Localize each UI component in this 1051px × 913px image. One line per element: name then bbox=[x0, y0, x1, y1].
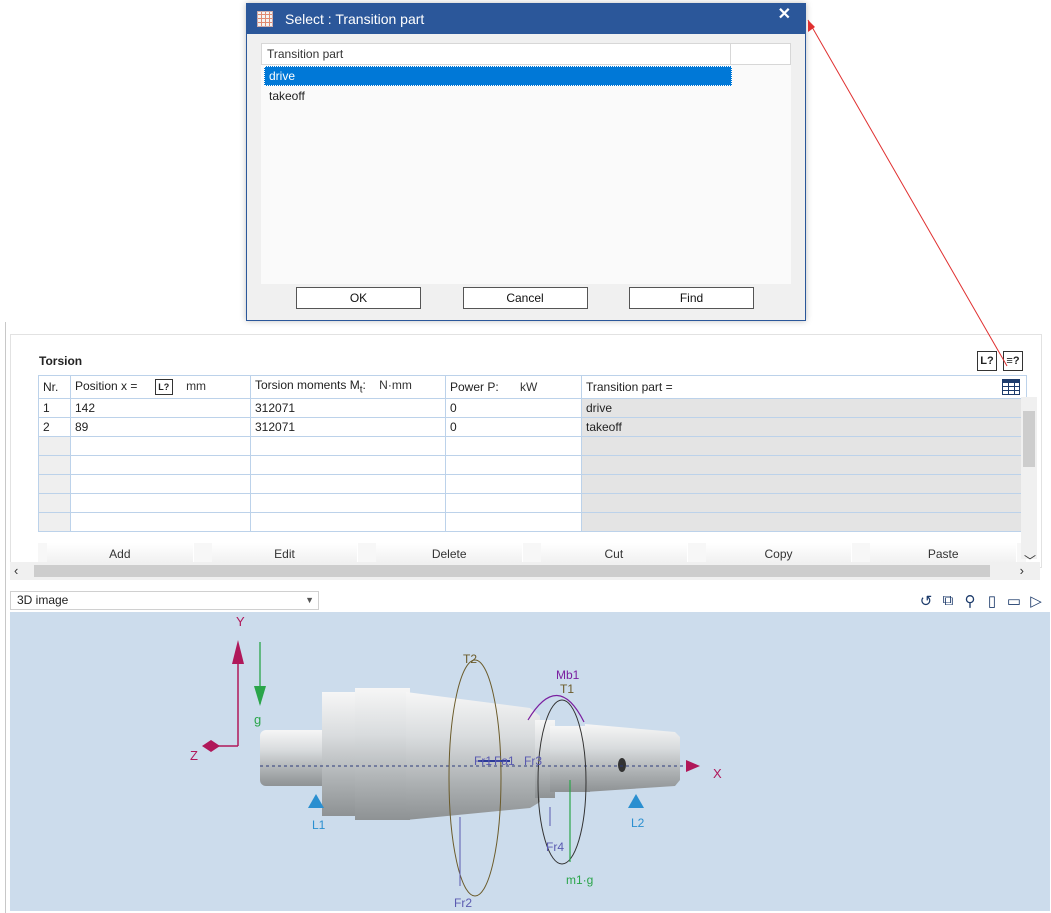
cell-transition[interactable]: takeoff bbox=[581, 417, 1027, 437]
rotate-icon[interactable]: ↺ bbox=[918, 592, 934, 610]
position-help-icon[interactable]: L? bbox=[154, 379, 173, 395]
position-unit: mm bbox=[186, 379, 207, 394]
cell-position[interactable]: 89 bbox=[70, 417, 251, 437]
empty-row[interactable] bbox=[38, 512, 1027, 532]
fa1-label: Fa1 bbox=[494, 754, 515, 768]
y-axis-label: Y bbox=[236, 614, 245, 629]
horizontal-scrollbar[interactable]: ‹ › bbox=[10, 562, 1040, 580]
view-icons: ↺ ⧉ ⚲ ▯ ▭ ▷ bbox=[918, 592, 1044, 610]
cancel-button[interactable]: Cancel bbox=[462, 287, 588, 309]
x-axis-arrow bbox=[686, 760, 700, 772]
dialog-title: Select : Transition part bbox=[285, 11, 425, 27]
main-window: Torsion L? ≡? Nr. Position x = L? mm Tor… bbox=[5, 322, 1051, 913]
dialog-titlebar[interactable]: Select : Transition part ✕ bbox=[247, 4, 805, 34]
col-torsion-label: Torsion moments M bbox=[255, 378, 360, 393]
chevron-down-icon: ▼ bbox=[305, 595, 314, 605]
empty-row[interactable] bbox=[38, 436, 1027, 456]
z-axis-label: Z bbox=[190, 748, 198, 763]
torsion-unit: N·mm bbox=[379, 378, 412, 393]
col-transition-label: Transition part = bbox=[586, 380, 673, 394]
support-l1-icon bbox=[308, 794, 324, 808]
list-item-takeoff[interactable]: takeoff bbox=[264, 86, 732, 106]
col-position-label: Position x = bbox=[75, 379, 138, 394]
table-row[interactable]: 2 89 312071 0 takeoff bbox=[38, 417, 1027, 437]
torsion-table: Nr. Position x = L? mm Torsion moments M… bbox=[38, 375, 1027, 532]
list-header: Transition part bbox=[261, 43, 791, 65]
l1-label: L1 bbox=[312, 818, 326, 832]
gravity-arrow bbox=[254, 686, 266, 706]
cube-icon[interactable]: ⧉ bbox=[940, 592, 956, 610]
fr3-label: Fr3 bbox=[524, 754, 542, 768]
l2-label: L2 bbox=[631, 816, 645, 830]
support-l2-icon bbox=[628, 794, 644, 808]
fr1-label: Fr1 bbox=[474, 754, 492, 768]
col-nr: Nr. bbox=[38, 375, 71, 399]
view-mode-value: 3D image bbox=[17, 593, 69, 607]
help-position-icon[interactable]: L? bbox=[977, 351, 997, 371]
z-axis-arrow bbox=[202, 740, 220, 752]
scroll-right-icon[interactable]: › bbox=[1020, 563, 1024, 578]
table-row[interactable]: 1 142 312071 0 drive bbox=[38, 398, 1027, 418]
cell-power[interactable]: 0 bbox=[445, 417, 582, 437]
panel-icons: L? ≡? bbox=[977, 351, 1023, 371]
view-toolbar: 3D image ▼ ↺ ⧉ ⚲ ▯ ▭ ▷ bbox=[10, 590, 1050, 612]
mb1-label: Mb1 bbox=[556, 668, 580, 682]
cell-position[interactable]: 142 bbox=[70, 398, 251, 418]
export-icon[interactable]: ▯ bbox=[984, 592, 1000, 610]
col-torsion: Torsion moments Mt: N·mm bbox=[250, 375, 446, 399]
play-icon[interactable]: ▷ bbox=[1028, 592, 1044, 610]
fr2-label: Fr2 bbox=[454, 896, 472, 910]
view-mode-select[interactable]: 3D image ▼ bbox=[10, 591, 319, 610]
t2-label: T2 bbox=[463, 652, 478, 666]
list-item-drive[interactable]: drive bbox=[264, 66, 732, 86]
section-title: Torsion bbox=[39, 354, 83, 368]
ok-button[interactable]: OK bbox=[296, 287, 421, 309]
cell-transition[interactable]: drive bbox=[581, 398, 1027, 418]
y-axis-arrow bbox=[232, 640, 244, 664]
gravity-label: g bbox=[254, 712, 262, 727]
t1-label: T1 bbox=[560, 682, 575, 696]
zoom-icon[interactable]: ⚲ bbox=[962, 592, 978, 610]
vertical-scroll-thumb[interactable] bbox=[1023, 411, 1035, 467]
empty-row[interactable] bbox=[38, 455, 1027, 475]
3d-viewport[interactable]: Y Z X g T2 Mb1 T1 Fr1 Fa1 Fr3 Fr4 Fr2 m1… bbox=[10, 612, 1050, 911]
vertical-scrollbar[interactable]: ﹀ bbox=[1021, 397, 1037, 568]
col-position: Position x = L? mm bbox=[70, 375, 251, 399]
col-torsion-suffix: : bbox=[362, 378, 366, 393]
cell-power[interactable]: 0 bbox=[445, 398, 582, 418]
find-button[interactable]: Find bbox=[629, 287, 754, 309]
cell-nr: 1 bbox=[38, 398, 71, 418]
cell-torsion[interactable]: 312071 bbox=[250, 417, 446, 437]
table-select-icon[interactable] bbox=[1002, 379, 1020, 395]
col-transition: Transition part = bbox=[581, 375, 1027, 399]
cell-torsion[interactable]: 312071 bbox=[250, 398, 446, 418]
horizontal-scroll-thumb[interactable] bbox=[34, 565, 990, 577]
col-power-label: Power P: bbox=[450, 380, 499, 394]
transition-list[interactable]: Transition part drive takeoff bbox=[261, 43, 791, 284]
fr4-label: Fr4 bbox=[546, 840, 564, 854]
torsion-panel: Torsion L? ≡? Nr. Position x = L? mm Tor… bbox=[10, 334, 1042, 568]
dialog-buttons: OK Cancel Find bbox=[296, 287, 754, 309]
cell-nr: 2 bbox=[38, 417, 71, 437]
weight-label: m1·g bbox=[566, 873, 594, 887]
window-icon[interactable]: ▭ bbox=[1006, 592, 1022, 610]
list-column-header[interactable]: Transition part bbox=[262, 44, 731, 64]
help-info-icon[interactable]: ≡? bbox=[1003, 351, 1023, 371]
table-app-icon bbox=[257, 11, 273, 27]
power-unit: kW bbox=[520, 380, 538, 394]
select-transition-dialog: Select : Transition part ✕ Transition pa… bbox=[246, 3, 806, 321]
x-axis-label: X bbox=[713, 766, 722, 781]
scroll-left-icon[interactable]: ‹ bbox=[14, 563, 18, 578]
empty-row[interactable] bbox=[38, 493, 1027, 513]
close-icon[interactable]: ✕ bbox=[778, 4, 791, 24]
col-power: Power P: kW bbox=[445, 375, 582, 399]
empty-row[interactable] bbox=[38, 474, 1027, 494]
